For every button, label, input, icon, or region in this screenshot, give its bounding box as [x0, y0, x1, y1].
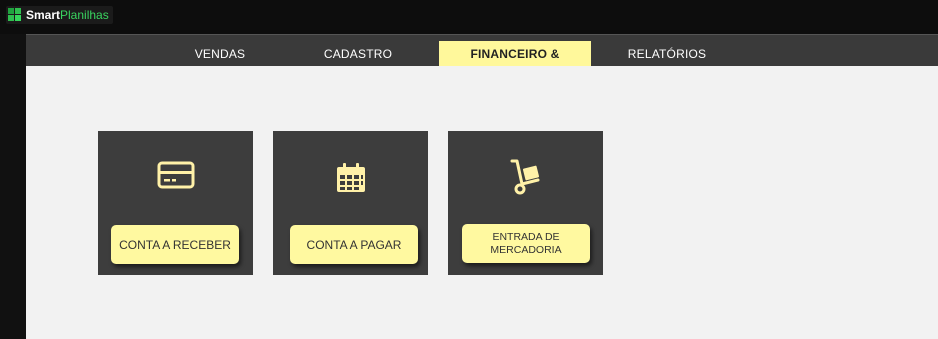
card-conta-a-pagar: CONTA A PAGAR: [273, 131, 428, 275]
entrada-de-mercadoria-button[interactable]: ENTRADA DE MERCADORIA: [462, 224, 590, 263]
calendar-icon: [335, 162, 367, 199]
card-entrada-de-mercadoria: ENTRADA DE MERCADORIA: [448, 131, 603, 275]
hand-truck-icon: [508, 158, 544, 201]
logo-text-bold: Smart: [26, 8, 61, 22]
top-bar: SmartPlanilhas: [0, 0, 938, 34]
tab-financeiro-entrada[interactable]: FINANCEIRO & ENTRADA: [439, 41, 591, 87]
app-logo[interactable]: SmartPlanilhas: [6, 6, 113, 24]
tab-relatorios[interactable]: RELATÓRIOS: [622, 41, 712, 67]
conta-a-receber-button[interactable]: CONTA A RECEBER: [111, 225, 239, 264]
main-nav: VENDAS CADASTRO FINANCEIRO & ENTRADA REL…: [26, 34, 938, 87]
logo-icon: [8, 8, 22, 22]
button-label-line-1: ENTRADA DE: [492, 230, 560, 243]
button-label-line-2: MERCADORIA: [490, 243, 562, 256]
logo-text-light: Planilhas: [60, 8, 109, 22]
credit-card-icon: [157, 161, 195, 194]
tab-vendas[interactable]: VENDAS: [180, 41, 260, 67]
logo-text: SmartPlanilhas: [26, 8, 109, 22]
conta-a-pagar-button[interactable]: CONTA A PAGAR: [290, 225, 418, 264]
tab-cadastro[interactable]: CADASTRO: [313, 41, 403, 67]
left-strip: [0, 34, 26, 339]
card-conta-a-receber: CONTA A RECEBER: [98, 131, 253, 275]
